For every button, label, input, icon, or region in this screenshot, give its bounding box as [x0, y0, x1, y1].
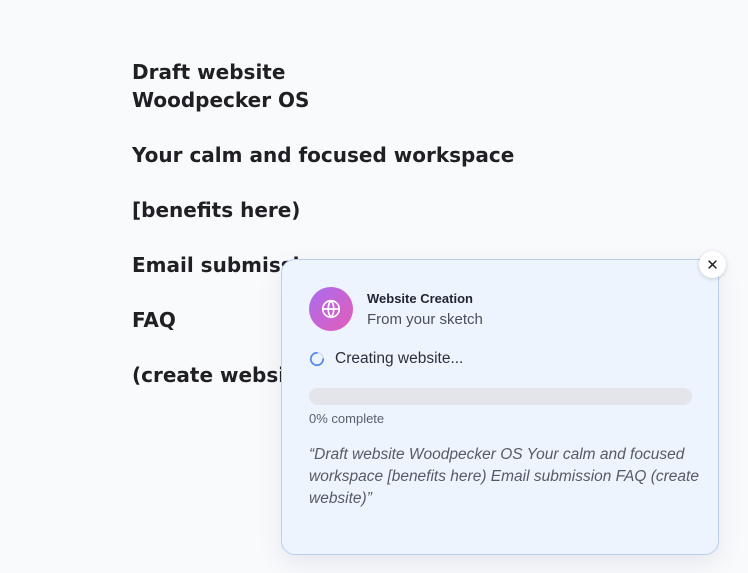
sketch-quote: “Draft website Woodpecker OS Your calm a…: [309, 446, 699, 507]
sketch-line: [benefits here): [132, 198, 301, 222]
card-title: Website Creation: [367, 291, 473, 306]
close-icon: ✕: [706, 255, 719, 274]
status-row: Creating website...: [309, 350, 463, 368]
status-text: Creating website...: [335, 350, 464, 367]
progress-bar: [309, 388, 692, 405]
card-subtitle: From your sketch: [367, 311, 483, 328]
progress-label: 0% complete: [309, 411, 385, 426]
spinner-icon: [309, 351, 325, 367]
globe-icon: [309, 287, 353, 331]
sketch-line: Draft website: [132, 60, 286, 84]
sketch-line: Your calm and focused workspace: [132, 143, 515, 167]
sketch-line: Woodpecker OS: [132, 88, 310, 112]
close-button[interactable]: ✕: [699, 251, 726, 278]
website-creation-card: Website Creation From your sketch Creati…: [281, 259, 719, 555]
